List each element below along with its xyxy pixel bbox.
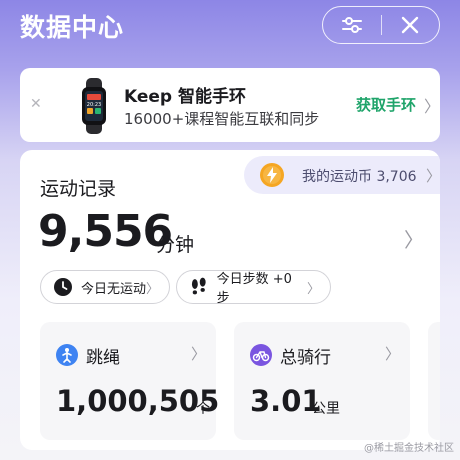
chevron-right-icon: 〉 [306,281,320,297]
lightning-coin-icon [260,163,284,187]
cycling-label: 总骑行 [280,348,331,368]
promo-subtitle: 16000+课程智能互联和同步 [124,110,320,128]
sliders-icon [341,17,362,33]
next-tile-peek[interactable] [428,322,440,440]
today-exercise-label: 今日无运动 [81,281,147,297]
total-minutes-value: 9,556 [38,206,173,257]
sport-record-card: 运动记录 我的运动币 3,706 〉 9,556 分钟 〉 今日无运动 〉 今日… [20,150,440,450]
today-steps-chip[interactable]: 今日步数 +0 步 〉 [176,270,331,306]
footprints-icon [191,277,206,295]
chevron-right-icon: 〉 [384,345,400,363]
cycling-tile[interactable]: 总骑行 〉 3.01 公里 [234,322,410,440]
total-minutes-unit: 分钟 [156,234,195,256]
chevron-right-icon: 〉 [426,167,440,185]
band-promo-banner[interactable]: ✕ 20:23 Keep 智能手环 16000+课程智能互联和同步 获取手环 〉 [20,68,440,142]
clock-icon [54,278,72,296]
bicycle-icon [250,344,272,366]
get-band-link[interactable]: 获取手环 [356,94,416,115]
chevron-right-icon: 〉 [424,97,441,116]
watermark: @稀土掘金技术社区 [364,443,454,454]
smart-band-image: 20:23 [82,78,106,134]
promo-title: Keep 智能手环 [124,87,247,107]
today-exercise-chip[interactable]: 今日无运动 〉 [40,270,170,304]
settings-button[interactable] [323,7,381,43]
close-icon [402,16,419,34]
header-capsule [322,6,440,44]
jump-rope-unit: 个 [196,401,210,417]
watch-time: 20:23 [87,102,101,108]
header: 数据中心 [0,0,460,60]
jump-rope-icon [56,344,78,366]
cycling-value: 3.01 [250,384,322,418]
jump-rope-tile[interactable]: 跳绳 〉 1,000,505 个 [40,322,220,440]
jump-rope-value: 1,000,505 [56,384,220,418]
chevron-right-icon: 〉 [146,281,160,297]
chevron-right-icon: 〉 [190,345,206,363]
page-title: 数据中心 [20,13,125,42]
close-button[interactable] [382,7,440,43]
coin-balance-button[interactable]: 我的运动币 3,706 〉 [244,156,440,194]
chevron-right-icon[interactable]: 〉 [404,224,424,253]
cycling-unit: 公里 [312,401,340,417]
close-icon[interactable]: ✕ [30,96,42,112]
today-steps-label: 今日步数 +0 步 [216,272,292,306]
coin-balance-label: 我的运动币 3,706 [302,169,417,185]
jump-rope-label: 跳绳 [86,348,120,368]
card-title: 运动记录 [40,178,117,200]
